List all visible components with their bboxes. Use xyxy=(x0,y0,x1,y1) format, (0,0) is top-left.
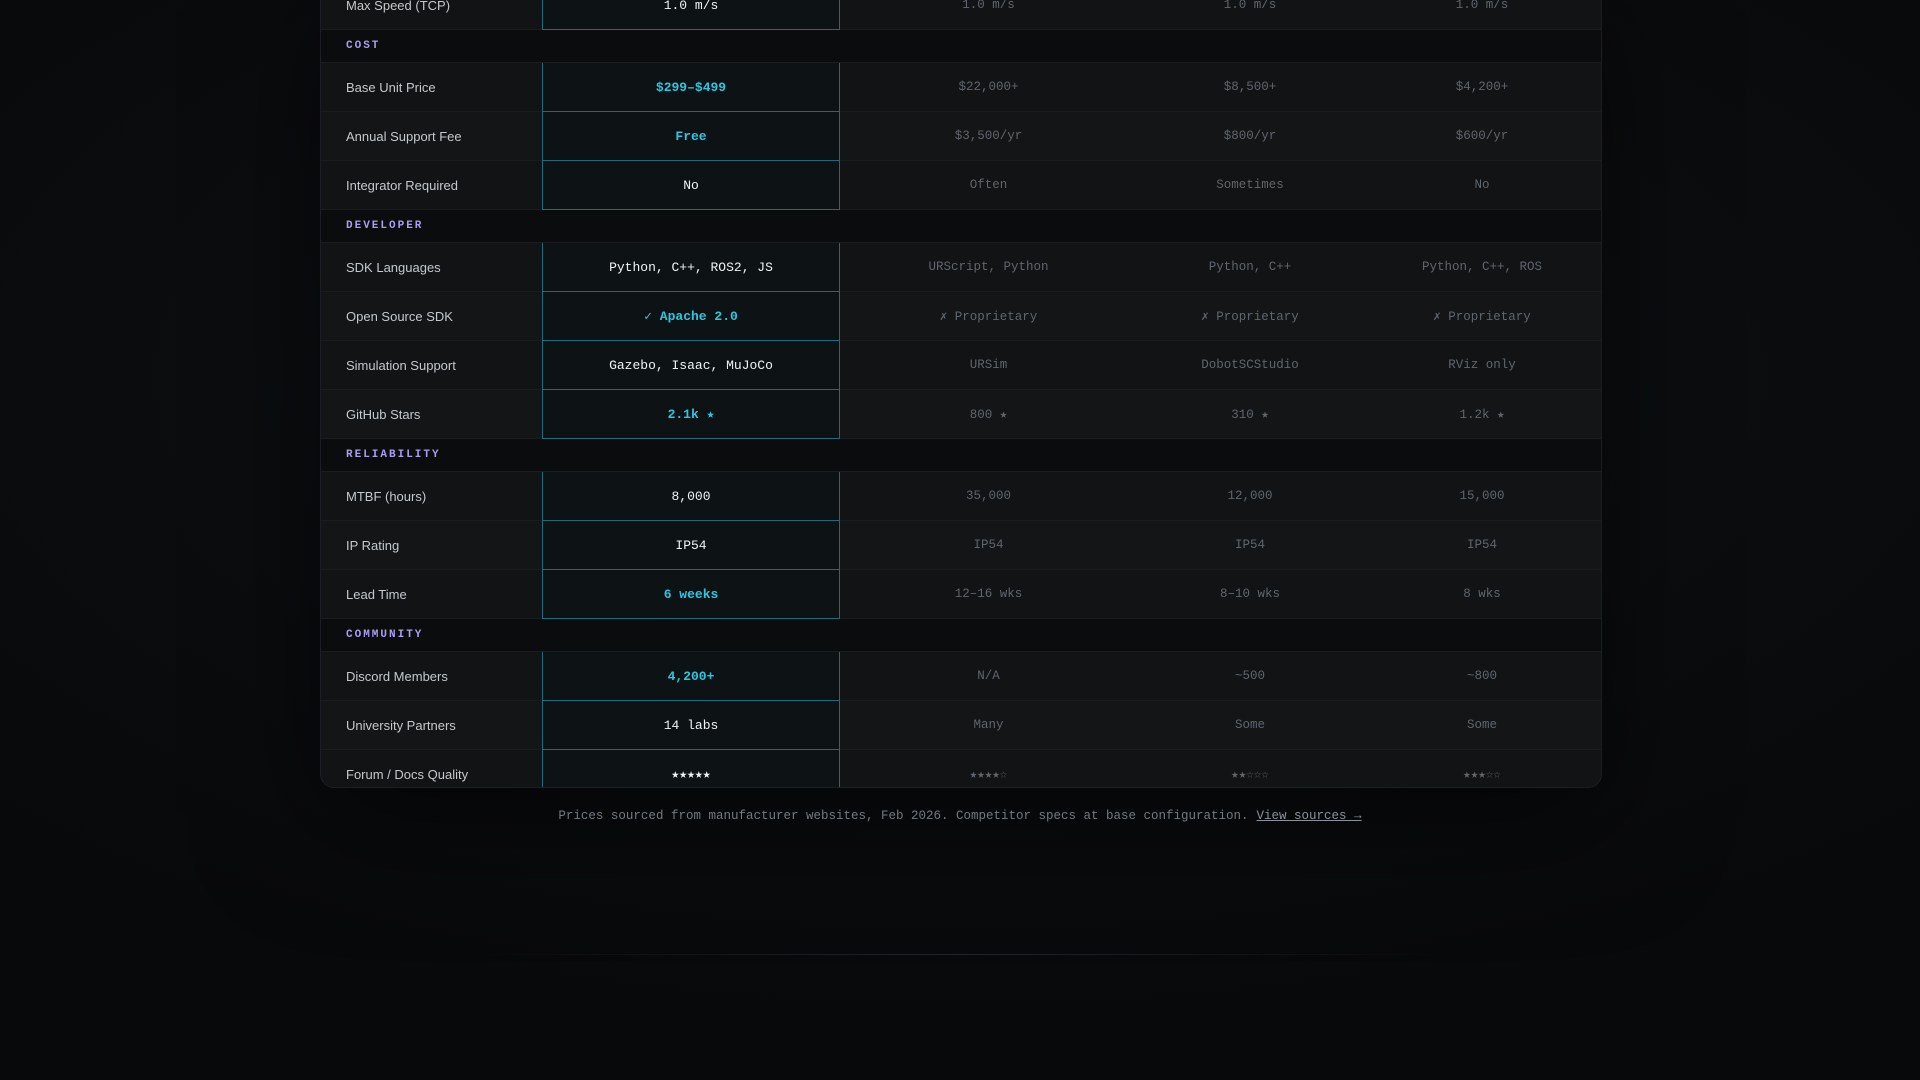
section-header-developer: DEVELOPER xyxy=(321,210,1601,243)
competitor-2-value: 12,000 xyxy=(1227,489,1273,503)
our-value: $299–$499 xyxy=(542,63,840,112)
footnote-text: Prices sourced from manufacturer website… xyxy=(558,809,1249,823)
competitor-1-value: N/A xyxy=(977,669,1000,683)
competitor-2-value: Sometimes xyxy=(1216,178,1284,192)
row-label: University Partners xyxy=(346,717,456,733)
competitor-2-rating: ★★☆☆☆ xyxy=(1231,768,1269,782)
table-row: Lead Time 6 weeks 12–16 wks 8–10 wks 8 w… xyxy=(321,570,1601,619)
our-value-rating: ★★★★★ xyxy=(542,750,840,787)
competitor-3-value: $4,200+ xyxy=(1455,80,1509,94)
competitor-3-value: 8 wks xyxy=(1463,587,1501,601)
view-sources-link[interactable]: View sources → xyxy=(1257,809,1362,823)
competitor-1-value: 35,000 xyxy=(965,489,1011,503)
competitor-2-value: $8,500+ xyxy=(1223,80,1277,94)
row-label: MTBF (hours) xyxy=(346,488,427,504)
competitor-1-value: $22,000+ xyxy=(958,80,1019,94)
competitor-3-value: ~800 xyxy=(1466,669,1497,683)
table-row: Max Speed (TCP) 1.0 m/s 1.0 m/s 1.0 m/s … xyxy=(321,0,1601,30)
row-label: Integrator Required xyxy=(346,177,459,193)
competitor-2-value: 8–10 wks xyxy=(1219,587,1280,601)
our-value: 6 weeks xyxy=(542,570,840,619)
competitor-2-value: $800/yr xyxy=(1223,129,1277,143)
competitor-3-value: ✗ Proprietary xyxy=(1433,310,1531,324)
table-row: Base Unit Price $299–$499 $22,000+ $8,50… xyxy=(321,63,1601,112)
competitor-3-value: $600/yr xyxy=(1455,129,1509,143)
table-row: Discord Members 4,200+ N/A ~500 ~800 xyxy=(321,652,1601,701)
competitor-3-value: Some xyxy=(1466,718,1497,732)
our-value: 1.0 m/s xyxy=(542,0,840,30)
comparison-table: Max Speed (TCP) 1.0 m/s 1.0 m/s 1.0 m/s … xyxy=(320,0,1602,788)
competitor-1-value: URScript, Python xyxy=(928,260,1049,274)
row-label: Base Unit Price xyxy=(346,79,436,95)
competitor-3-value: RViz only xyxy=(1448,358,1516,372)
competitor-1-value: 1.0 m/s xyxy=(962,0,1015,12)
competitor-1-value: ✗ Proprietary xyxy=(939,310,1038,324)
our-value: Gazebo, Isaac, MuJoCo xyxy=(542,341,840,390)
competitor-2-value: ✗ Proprietary xyxy=(1201,310,1299,324)
row-label: Discord Members xyxy=(346,668,448,684)
table-row: Open Source SDK ✓ Apache 2.0 ✗ Proprieta… xyxy=(321,292,1601,341)
divider xyxy=(480,954,1440,955)
competitor-3-value: 1.0 m/s xyxy=(1455,0,1509,12)
competitor-3-value: IP54 xyxy=(1466,538,1497,552)
competitor-2-value: Python, C++ xyxy=(1208,260,1292,274)
competitor-2-value: IP54 xyxy=(1234,538,1265,552)
table-row: GitHub Stars 2.1k ★ 800 ★ 310 ★ 1.2k ★ xyxy=(321,390,1601,439)
competitor-1-value: URSim xyxy=(969,358,1008,372)
our-value: 14 labs xyxy=(542,701,840,750)
footnote: Prices sourced from manufacturer website… xyxy=(0,809,1920,823)
table-row: University Partners 14 labs Many Some So… xyxy=(321,701,1601,750)
competitor-1-rating: ★★★★☆ xyxy=(969,768,1008,782)
competitor-1-value: IP54 xyxy=(973,538,1004,552)
row-label: Simulation Support xyxy=(346,357,456,373)
competitor-2-value: 1.0 m/s xyxy=(1223,0,1277,12)
competitor-3-rating: ★★★☆☆ xyxy=(1463,768,1501,782)
competitor-2-value: DobotSCStudio xyxy=(1201,358,1299,372)
competitor-2-value: 310 ★ xyxy=(1231,408,1269,422)
competitor-3-value: 1.2k ★ xyxy=(1459,408,1505,422)
competitor-1-value: 800 ★ xyxy=(969,408,1008,422)
our-value: IP54 xyxy=(542,521,840,570)
row-label: Forum / Docs Quality xyxy=(346,766,469,782)
competitor-1-value: $3,500/yr xyxy=(954,129,1023,143)
row-label: SDK Languages xyxy=(346,259,441,275)
row-label: Lead Time xyxy=(346,586,407,602)
section-header-community: COMMUNITY xyxy=(321,619,1601,652)
competitor-1-value: Many xyxy=(973,718,1004,732)
row-label: Max Speed (TCP) xyxy=(346,0,451,13)
table-row: IP Rating IP54 IP54 IP54 IP54 xyxy=(321,521,1601,570)
section-header-cost: COST xyxy=(321,30,1601,63)
row-label: IP Rating xyxy=(346,537,400,553)
row-label: Open Source SDK xyxy=(346,308,453,324)
competitor-3-value: 15,000 xyxy=(1459,489,1505,503)
our-value: 2.1k ★ xyxy=(542,390,840,439)
table-row: SDK Languages Python, C++, ROS2, JS URSc… xyxy=(321,243,1601,292)
our-value: Python, C++, ROS2, JS xyxy=(542,243,840,292)
table-row: MTBF (hours) 8,000 35,000 12,000 15,000 xyxy=(321,472,1601,521)
table-row: Annual Support Fee Free $3,500/yr $800/y… xyxy=(321,112,1601,161)
competitor-1-value: Often xyxy=(969,178,1008,192)
competitor-2-value: Some xyxy=(1234,718,1265,732)
our-value: 4,200+ xyxy=(542,652,840,701)
our-value: ✓ Apache 2.0 xyxy=(542,292,840,341)
row-label: GitHub Stars xyxy=(346,406,421,422)
our-value: No xyxy=(542,161,840,210)
competitor-1-value: 12–16 wks xyxy=(954,587,1023,601)
table-row: Integrator Required No Often Sometimes N… xyxy=(321,161,1601,210)
table-row: Simulation Support Gazebo, Isaac, MuJoCo… xyxy=(321,341,1601,390)
section-header-reliability: RELIABILITY xyxy=(321,439,1601,472)
competitor-3-value: No xyxy=(1474,178,1490,192)
table-row: Forum / Docs Quality ★★★★★ ★★★★☆ ★★☆☆☆ ★… xyxy=(321,750,1601,787)
competitor-2-value: ~500 xyxy=(1234,669,1265,683)
our-value: Free xyxy=(542,112,840,161)
row-label: Annual Support Fee xyxy=(346,128,462,144)
competitor-3-value: Python, C++, ROS xyxy=(1421,260,1543,274)
our-value: 8,000 xyxy=(542,472,840,521)
